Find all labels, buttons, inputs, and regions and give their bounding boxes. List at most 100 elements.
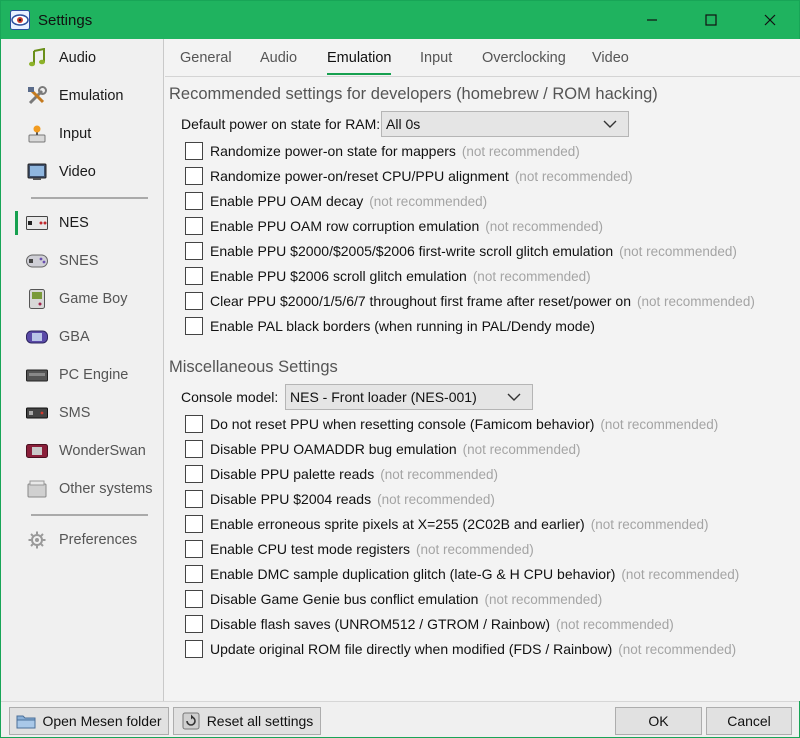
- option-ppu-first-write-scroll-glitch[interactable]: Enable PPU $2000/$2005/$2006 first-write…: [185, 239, 737, 263]
- checkbox[interactable]: [185, 192, 203, 210]
- developer-section-title: Recommended settings for developers (hom…: [169, 85, 658, 103]
- sidebar-item-label: SNES: [59, 253, 99, 269]
- sidebar-item-pc-engine[interactable]: PC Engine: [1, 357, 163, 393]
- sidebar-item-gba[interactable]: GBA: [1, 319, 163, 355]
- settings-window: Settings Audio Emulation Input Video NES…: [0, 0, 800, 738]
- checkbox[interactable]: [185, 615, 203, 633]
- reset-icon: [181, 711, 201, 731]
- tab-emulation[interactable]: Emulation: [327, 39, 392, 77]
- sidebar-item-wonderswan[interactable]: WonderSwan: [1, 433, 163, 469]
- chevron-down-icon: [603, 120, 617, 128]
- sidebar-item-other-systems[interactable]: Other systems: [1, 471, 163, 507]
- console-model-label: Console model:: [181, 389, 279, 405]
- sidebar-item-emulation[interactable]: Emulation: [1, 78, 163, 114]
- checkbox[interactable]: [185, 565, 203, 583]
- sidebar-item-input[interactable]: Input: [1, 116, 163, 152]
- sidebar-item-gameboy[interactable]: Game Boy: [1, 281, 163, 317]
- ram-state-value: All 0s: [386, 116, 421, 132]
- pcengine-icon: [26, 364, 48, 386]
- option-ppu-oam-row-corruption[interactable]: Enable PPU OAM row corruption emulation …: [185, 214, 603, 238]
- dialog-footer: Open Mesen folder Reset all settings OK …: [1, 701, 799, 737]
- checkbox[interactable]: [185, 267, 203, 285]
- close-button[interactable]: [740, 1, 799, 39]
- reset-all-settings-button[interactable]: Reset all settings: [173, 707, 321, 735]
- maximize-icon: [704, 14, 717, 26]
- gameboy-icon: [26, 288, 48, 310]
- checkbox[interactable]: [185, 540, 203, 558]
- checkbox[interactable]: [185, 242, 203, 260]
- option-randomize-cpu-ppu-alignment[interactable]: Randomize power-on/reset CPU/PPU alignme…: [185, 164, 633, 188]
- option-dmc-sample-duplication[interactable]: Enable DMC sample duplication glitch (la…: [185, 562, 739, 586]
- sidebar-item-label: Other systems: [59, 481, 153, 497]
- console-model-dropdown[interactable]: NES - Front loader (NES-001): [285, 384, 533, 410]
- sidebar-item-label: SMS: [59, 405, 91, 421]
- tab-overclocking[interactable]: Overclocking: [482, 39, 566, 77]
- option-disable-oamaddr-bug[interactable]: Disable PPU OAMADDR bug emulation (not r…: [185, 437, 580, 461]
- checkbox[interactable]: [185, 292, 203, 310]
- tab-audio[interactable]: Audio: [260, 39, 297, 77]
- ram-state-dropdown[interactable]: All 0s: [381, 111, 629, 137]
- option-erroneous-sprite-pixels[interactable]: Enable erroneous sprite pixels at X=255 …: [185, 512, 709, 536]
- sidebar-item-sms[interactable]: SMS: [1, 395, 163, 431]
- checkbox[interactable]: [185, 515, 203, 533]
- checkbox[interactable]: [185, 415, 203, 433]
- sidebar-item-label: Emulation: [59, 88, 124, 104]
- emulation-icon: [26, 85, 48, 107]
- option-ppu-oam-decay[interactable]: Enable PPU OAM decay (not recommended): [185, 189, 487, 213]
- option-pal-black-borders[interactable]: Enable PAL black borders (when running i…: [185, 314, 595, 338]
- settings-sidebar: Audio Emulation Input Video NES SNES Gam…: [1, 39, 164, 701]
- ok-button[interactable]: OK: [615, 707, 702, 735]
- option-cpu-test-mode-registers[interactable]: Enable CPU test mode registers (not reco…: [185, 537, 534, 561]
- checkbox[interactable]: [185, 440, 203, 458]
- preferences-icon: [26, 529, 48, 551]
- sidebar-item-label: PC Engine: [59, 367, 129, 383]
- wonderswan-icon: [26, 440, 48, 462]
- sidebar-item-label: Video: [59, 164, 96, 180]
- sidebar-item-label: Input: [59, 126, 92, 142]
- title-bar[interactable]: Settings: [1, 1, 799, 39]
- maximize-button[interactable]: [681, 1, 740, 39]
- checkbox[interactable]: [185, 640, 203, 658]
- option-disable-flash-saves[interactable]: Disable flash saves (UNROM512 / GTROM / …: [185, 612, 674, 636]
- checkbox[interactable]: [185, 142, 203, 160]
- checkbox[interactable]: [185, 217, 203, 235]
- option-ppu-2006-scroll-glitch[interactable]: Enable PPU $2006 scroll glitch emulation…: [185, 264, 591, 288]
- sidebar-item-video[interactable]: Video: [1, 154, 163, 190]
- option-clear-ppu-registers[interactable]: Clear PPU $2000/1/5/6/7 throughout first…: [185, 289, 755, 313]
- checkbox[interactable]: [185, 590, 203, 608]
- option-disable-2004-reads[interactable]: Disable PPU $2004 reads (not recommended…: [185, 487, 495, 511]
- video-icon: [26, 161, 48, 183]
- tab-general[interactable]: General: [180, 39, 232, 77]
- sidebar-item-audio[interactable]: Audio: [1, 40, 163, 76]
- minimize-button[interactable]: [622, 1, 681, 39]
- option-update-original-rom[interactable]: Update original ROM file directly when m…: [185, 637, 736, 661]
- option-randomize-mapper-state[interactable]: Randomize power-on state for mappers (no…: [185, 139, 580, 163]
- sidebar-item-label: Audio: [59, 50, 97, 66]
- cancel-button[interactable]: Cancel: [706, 707, 792, 735]
- gba-icon: [26, 326, 48, 348]
- console-model-value: NES - Front loader (NES-001): [290, 389, 477, 405]
- sidebar-item-label: Game Boy: [59, 291, 128, 307]
- sidebar-separator: [31, 197, 148, 199]
- sidebar-item-snes[interactable]: SNES: [1, 243, 163, 279]
- sidebar-item-label: NES: [59, 215, 89, 231]
- tab-input[interactable]: Input: [420, 39, 452, 77]
- sidebar-item-nes[interactable]: NES: [1, 205, 163, 241]
- nes-icon: [26, 212, 48, 234]
- ram-state-label: Default power on state for RAM:: [181, 116, 381, 132]
- option-disable-palette-reads[interactable]: Disable PPU palette reads (not recommend…: [185, 462, 498, 486]
- open-mesen-folder-button[interactable]: Open Mesen folder: [9, 707, 169, 735]
- option-disable-game-genie-conflict[interactable]: Disable Game Genie bus conflict emulatio…: [185, 587, 602, 611]
- snes-icon: [26, 250, 48, 272]
- sidebar-item-preferences[interactable]: Preferences: [1, 522, 163, 558]
- tab-video[interactable]: Video: [592, 39, 629, 77]
- checkbox[interactable]: [185, 465, 203, 483]
- checkbox[interactable]: [185, 317, 203, 335]
- minimize-icon: [646, 19, 657, 21]
- misc-section-title: Miscellaneous Settings: [169, 358, 338, 376]
- option-no-reset-ppu[interactable]: Do not reset PPU when resetting console …: [185, 412, 718, 436]
- checkbox[interactable]: [185, 490, 203, 508]
- sidebar-item-label: GBA: [59, 329, 90, 345]
- checkbox[interactable]: [185, 167, 203, 185]
- settings-main-panel: General Audio Emulation Input Overclocki…: [165, 39, 800, 701]
